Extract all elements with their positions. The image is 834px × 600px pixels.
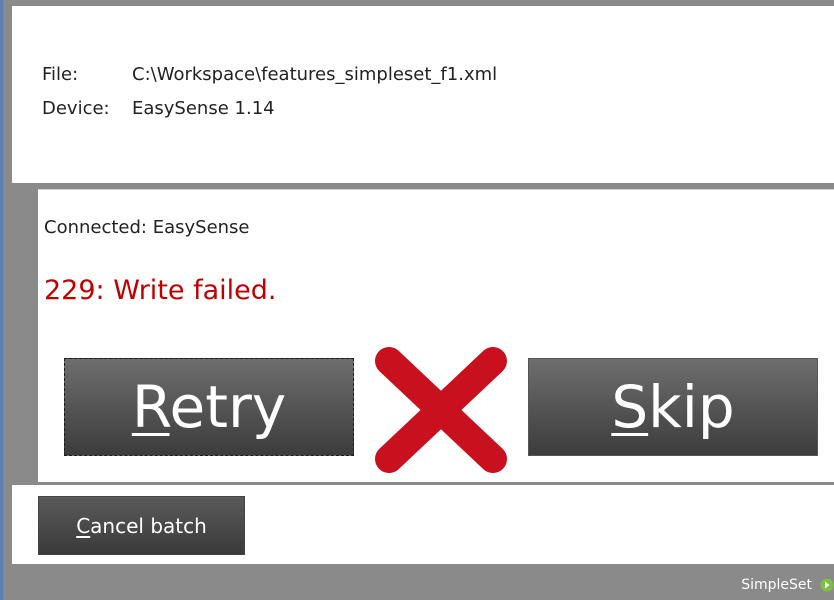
brand-label: SimpleSet [741, 577, 812, 593]
status-bar: SimpleSet [3, 568, 834, 600]
app-window: File: C:\Workspace\features_simpleset_f1.… [0, 0, 834, 600]
info-panel: File: C:\Workspace\features_simpleset_f1.… [12, 6, 834, 183]
device-value: EasySense 1.14 [132, 98, 275, 119]
cancel-mnemonic: C [76, 514, 91, 538]
retry-button[interactable]: Retry [64, 358, 354, 456]
status-panel: Connected: EasySense 229: Write failed. … [38, 189, 834, 482]
error-x-icon [375, 347, 507, 473]
file-row: File: C:\Workspace\features_simpleset_f1.… [42, 64, 497, 85]
cancel-batch-button[interactable]: Cancel batch [38, 496, 245, 555]
device-row: Device: EasySense 1.14 [42, 98, 275, 119]
cancel-label: ancel batch [90, 514, 207, 538]
retry-mnemonic: R [131, 373, 170, 441]
device-label: Device: [42, 98, 110, 119]
forward-arrow-icon [820, 578, 834, 592]
connection-status: Connected: EasySense [44, 217, 250, 238]
retry-label: etry [169, 373, 287, 441]
skip-label: kip [648, 373, 735, 441]
file-value: C:\Workspace\features_simpleset_f1.xml [132, 64, 498, 85]
skip-button[interactable]: Skip [528, 358, 818, 456]
skip-mnemonic: S [611, 373, 649, 441]
bottom-panel: Cancel batch [12, 485, 834, 564]
error-message: 229: Write failed. [44, 275, 277, 306]
file-label: File: [42, 64, 79, 85]
